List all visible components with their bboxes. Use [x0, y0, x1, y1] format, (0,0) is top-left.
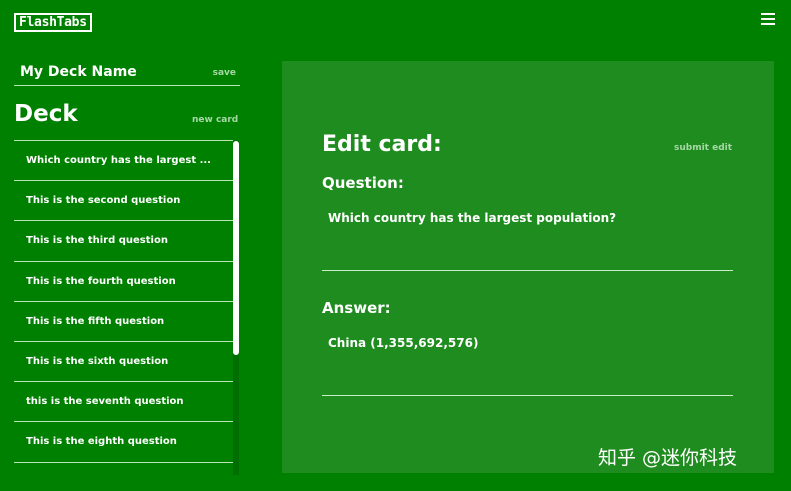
card-list-item[interactable]: This is the fourth question: [14, 262, 233, 302]
app-logo[interactable]: FlashTabs: [14, 13, 92, 32]
card-list-item[interactable]: Which country has the largest ...: [14, 141, 233, 182]
hamburger-icon[interactable]: [761, 13, 775, 27]
submit-edit-button[interactable]: submit edit: [674, 143, 732, 153]
card-list-scrollbar-thumb[interactable]: [233, 141, 239, 355]
answer-label: Answer:: [322, 299, 391, 317]
card-list-item[interactable]: this is the seventh question: [14, 382, 233, 423]
deck-name-input[interactable]: My Deck Name: [20, 64, 137, 80]
card-list-item[interactable]: This is the third question: [14, 221, 233, 262]
zhihu-watermark: 知乎 @迷你科技: [598, 447, 738, 469]
card-list-item[interactable]: This is the sixth question: [14, 342, 233, 383]
deck-name-field[interactable]: My Deck Name save: [14, 60, 240, 86]
edit-card-panel: Edit card: submit edit Question: Which c…: [282, 61, 774, 473]
question-label: Question:: [322, 174, 404, 192]
deck-heading: Deck: [14, 101, 78, 127]
menu-line: [761, 13, 775, 15]
card-list-item[interactable]: This is the eighth question: [14, 422, 233, 463]
question-textarea[interactable]: Which country has the largest population…: [322, 209, 733, 271]
card-list[interactable]: Which country has the largest ... This i…: [14, 140, 233, 475]
card-list-item[interactable]: This is the second question: [14, 181, 233, 222]
edit-card-title: Edit card:: [322, 132, 442, 157]
card-list-item[interactable]: This is the fifth question: [14, 302, 233, 342]
menu-line: [761, 18, 775, 20]
menu-line: [761, 23, 775, 25]
answer-textarea[interactable]: China (1,355,692,576): [322, 334, 733, 396]
save-button[interactable]: save: [213, 68, 236, 78]
new-card-button[interactable]: new card: [192, 115, 238, 125]
